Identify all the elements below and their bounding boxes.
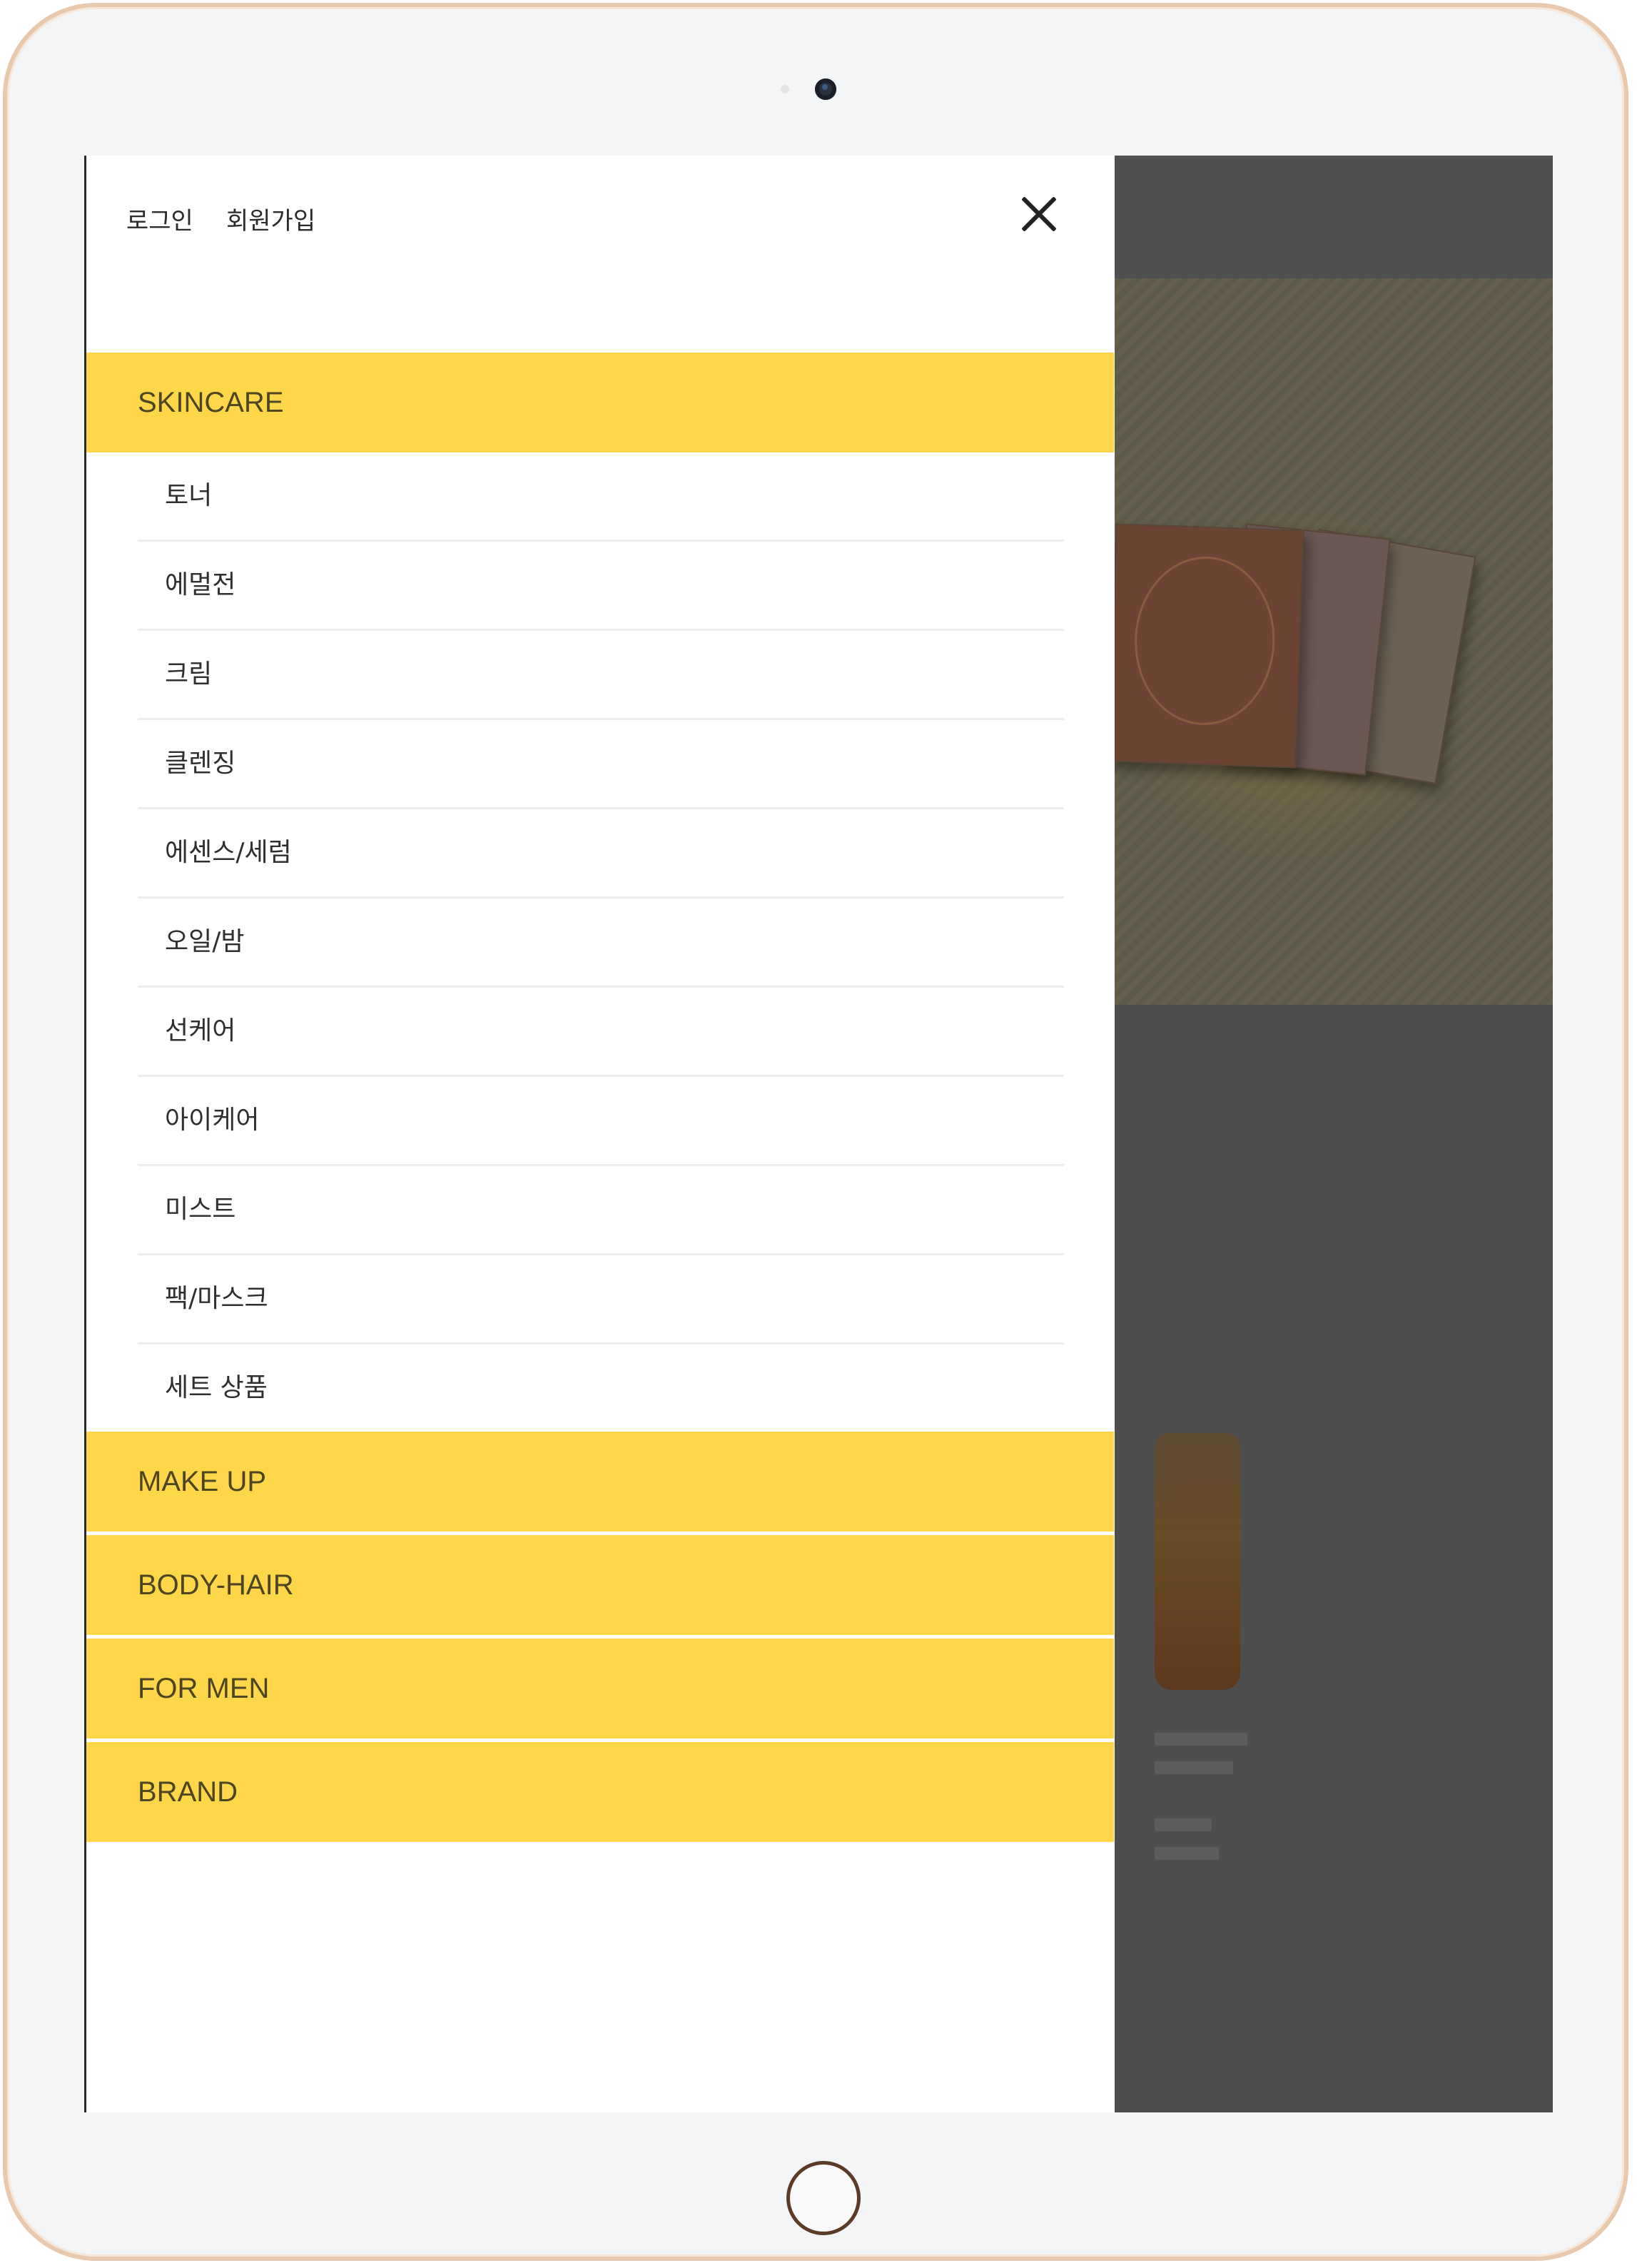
submenu-item-suncare[interactable]: 선케어: [138, 988, 1064, 1077]
category-brand[interactable]: BRAND: [86, 1742, 1114, 1842]
category-menu: SKINCARE 토너 에멀전 크림 클렌징 에센스/세럼 오일/밤 선케어 아…: [86, 353, 1114, 1846]
category-make-up[interactable]: MAKE UP: [86, 1432, 1114, 1532]
submenu-item-mist[interactable]: 미스트: [138, 1166, 1064, 1255]
submenu-item-set[interactable]: 세트 상품: [138, 1345, 1064, 1432]
submenu-item-cleansing[interactable]: 클렌징: [138, 720, 1064, 809]
screen: 로그인 회원가입 SKINCARE 토너 에멀전 크림 클렌징 에센스/세럼 오…: [84, 156, 1553, 2112]
submenu-item-emulsion[interactable]: 에멀전: [138, 542, 1064, 631]
submenu-item-toner[interactable]: 토너: [138, 452, 1064, 542]
background-text: [1155, 1733, 1247, 1746]
background-text: [1155, 1847, 1219, 1860]
submenu-item-cream[interactable]: 크림: [138, 631, 1064, 720]
side-menu-drawer: 로그인 회원가입 SKINCARE 토너 에멀전 크림 클렌징 에센스/세럼 오…: [84, 156, 1115, 2112]
category-body-hair[interactable]: BODY-HAIR: [86, 1535, 1114, 1635]
submenu-item-pack-mask[interactable]: 팩/마스크: [138, 1255, 1064, 1345]
background-text: [1155, 1818, 1212, 1831]
banner-product-pack: [1108, 523, 1304, 769]
category-skincare[interactable]: SKINCARE: [86, 353, 1114, 452]
submenu-item-essence-serum[interactable]: 에센스/세럼: [138, 809, 1064, 898]
home-button-icon[interactable]: [786, 2161, 861, 2235]
camera-icon: [815, 79, 836, 100]
signup-link[interactable]: 회원가입: [226, 201, 315, 236]
proximity-sensor-icon: [781, 85, 789, 93]
login-link[interactable]: 로그인: [126, 201, 193, 236]
category-for-men[interactable]: FOR MEN: [86, 1639, 1114, 1738]
submenu-item-eyecare[interactable]: 아이케어: [138, 1077, 1064, 1166]
close-icon[interactable]: [1018, 193, 1061, 236]
pack-label: [1132, 554, 1278, 728]
background-product-bottle: [1155, 1433, 1240, 1690]
background-text: [1155, 1761, 1233, 1774]
skincare-submenu: 토너 에멀전 크림 클렌징 에센스/세럼 오일/밤 선케어 아이케어 미스트 팩…: [86, 452, 1114, 1432]
drawer-header: 로그인 회원가입: [86, 156, 1115, 353]
submenu-item-oil-balm[interactable]: 오일/밤: [138, 898, 1064, 988]
